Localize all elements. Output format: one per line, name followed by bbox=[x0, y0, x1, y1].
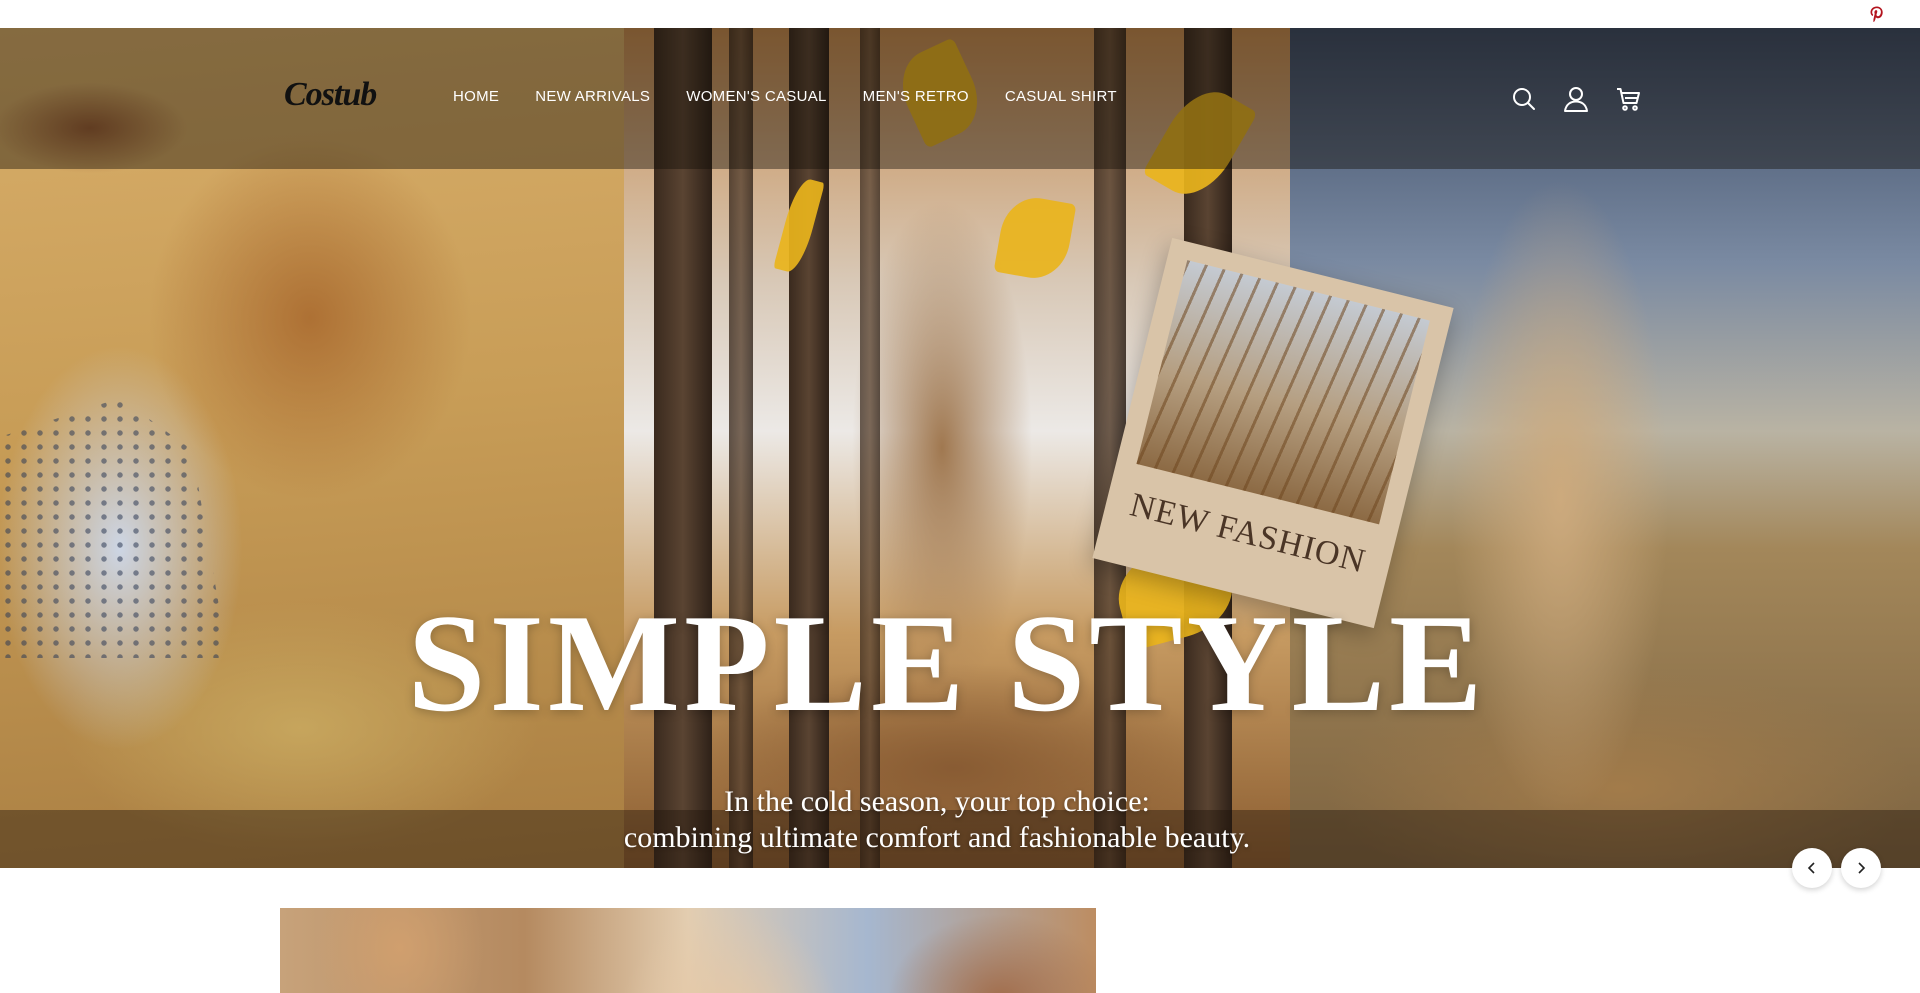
chevron-right-icon bbox=[1858, 862, 1866, 874]
main-nav: HOME NEW ARRIVALS WOMEN'S CASUAL MEN'S R… bbox=[453, 88, 1117, 105]
hero-subtitle-line-2: combining ultimate comfort and fashionab… bbox=[623, 821, 1251, 854]
nav-item-new-arrivals[interactable]: NEW ARRIVALS bbox=[535, 88, 650, 105]
search-icon[interactable] bbox=[1511, 86, 1537, 112]
site-logo[interactable]: Costub bbox=[284, 76, 377, 114]
nav-item-casual-shirt[interactable]: CASUAL SHIRT bbox=[1005, 88, 1117, 105]
top-utility-bar bbox=[0, 0, 1920, 28]
hero-title: SIMPLE STYLE bbox=[407, 586, 1487, 741]
featured-collection-image[interactable] bbox=[280, 908, 1096, 993]
cart-icon[interactable] bbox=[1615, 86, 1641, 112]
site-header: Costub HOME NEW ARRIVALS WOMEN'S CASUAL … bbox=[0, 72, 1920, 128]
hero-subtitle-line-1: In the cold season, your top choice: bbox=[724, 785, 1150, 818]
slider-next-button[interactable] bbox=[1841, 848, 1881, 888]
hero-banner: NEW FASHION SIMPLE STYLE In the cold sea… bbox=[0, 28, 1920, 868]
wheat-photo bbox=[1136, 260, 1430, 525]
nav-item-home[interactable]: HOME bbox=[453, 88, 499, 105]
header-actions bbox=[1511, 86, 1641, 112]
account-icon[interactable] bbox=[1563, 86, 1589, 112]
slider-prev-button[interactable] bbox=[1792, 848, 1832, 888]
pinterest-icon[interactable] bbox=[1868, 5, 1886, 23]
nav-item-mens-retro[interactable]: MEN'S RETRO bbox=[863, 88, 969, 105]
nav-item-womens-casual[interactable]: WOMEN'S CASUAL bbox=[686, 88, 826, 105]
chevron-left-icon bbox=[1807, 862, 1815, 874]
